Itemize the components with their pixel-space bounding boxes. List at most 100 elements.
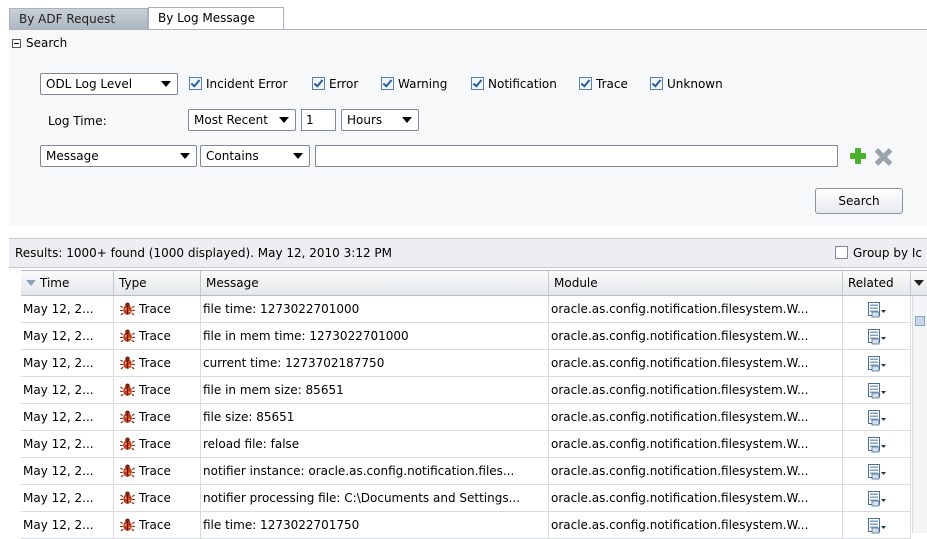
log-time-label: Log Time: (48, 114, 107, 128)
cell-type: Trace (114, 431, 201, 457)
cell-related (843, 431, 911, 457)
chevron-down-icon (279, 117, 289, 123)
related-menu-icon[interactable] (867, 301, 887, 319)
checkbox-checked-icon (579, 77, 592, 90)
column-header-module[interactable]: Module (549, 271, 843, 295)
cell-type: Trace (114, 377, 201, 403)
level-trace-checkbox[interactable]: Trace (579, 75, 628, 93)
chevron-down-icon (914, 280, 924, 286)
cell-module: oracle.as.config.notification.filesystem… (549, 431, 843, 457)
related-menu-icon[interactable] (867, 436, 887, 454)
cell-type: Trace (114, 485, 201, 511)
log-level-value: ODL Log Level (46, 77, 133, 91)
table-row[interactable]: May 12, 2... Trace notifier processing f… (21, 485, 911, 512)
type-label: Trace (139, 491, 171, 505)
log-time-value-input[interactable]: 1 (301, 109, 336, 131)
table-row[interactable]: May 12, 2... Trace file in mem size: 856… (21, 377, 911, 404)
level-label: Trace (596, 77, 628, 91)
cell-module: oracle.as.config.notification.filesystem… (549, 458, 843, 484)
cell-related (843, 404, 911, 430)
log-time-mode-select[interactable]: Most Recent (188, 109, 296, 131)
level-notification-checkbox[interactable]: Notification (471, 75, 557, 93)
cell-message: file size: 85651 (201, 404, 549, 430)
level-unknown-checkbox[interactable]: Unknown (650, 75, 723, 93)
field-value: Message (46, 149, 99, 163)
table-row[interactable]: May 12, 2... Trace notifier instance: or… (21, 458, 911, 485)
type-label: Trace (139, 383, 171, 397)
related-menu-icon[interactable] (867, 328, 887, 346)
column-header-time[interactable]: Time (21, 271, 114, 295)
table-row[interactable]: May 12, 2... Trace file time: 1273022701… (21, 296, 911, 323)
collapse-toggle[interactable] (12, 39, 21, 48)
bug-icon (120, 464, 135, 478)
checkbox-checked-icon (312, 77, 325, 90)
bug-icon (120, 383, 135, 397)
remove-icon[interactable] (874, 148, 892, 166)
operator-select[interactable]: Contains (200, 145, 310, 167)
type-label: Trace (139, 410, 171, 424)
group-by-checkbox[interactable]: Group by Ic (835, 246, 922, 260)
level-incident-error-checkbox[interactable]: Incident Error (189, 75, 287, 93)
cell-message: notifier processing file: C:\Documents a… (201, 485, 549, 511)
cell-time: May 12, 2... (21, 431, 114, 457)
column-menu-button[interactable] (911, 271, 927, 295)
field-select[interactable]: Message (40, 145, 197, 167)
related-menu-icon[interactable] (867, 355, 887, 373)
log-level-select[interactable]: ODL Log Level (40, 73, 178, 95)
add-icon[interactable] (850, 148, 866, 164)
related-menu-icon[interactable] (867, 409, 887, 427)
log-time-unit-value: Hours (347, 113, 383, 127)
cell-related (843, 350, 911, 376)
cell-type: Trace (114, 296, 201, 322)
related-menu-icon[interactable] (867, 382, 887, 400)
cell-time: May 12, 2... (21, 350, 114, 376)
type-label: Trace (139, 437, 171, 451)
search-section-title: Search (26, 36, 68, 50)
cell-message: file in mem size: 85651 (201, 377, 549, 403)
level-warning-checkbox[interactable]: Warning (381, 75, 447, 93)
cell-module: oracle.as.config.notification.filesystem… (549, 404, 843, 430)
table-row[interactable]: May 12, 2... Trace file in mem time: 127… (21, 323, 911, 350)
column-header-type[interactable]: Type (114, 271, 201, 295)
operator-value: Contains (206, 149, 259, 163)
scrollbar-thumb[interactable] (915, 316, 925, 326)
type-label: Trace (139, 329, 171, 343)
level-label: Warning (398, 77, 448, 91)
cell-type: Trace (114, 404, 201, 430)
cell-time: May 12, 2... (21, 485, 114, 511)
table-row[interactable]: May 12, 2... Trace file size: 85651 orac… (21, 404, 911, 431)
cell-module: oracle.as.config.notification.filesystem… (549, 323, 843, 349)
cell-time: May 12, 2... (21, 404, 114, 430)
table-row[interactable]: May 12, 2... Trace reload file: false or… (21, 431, 911, 458)
type-label: Trace (139, 302, 171, 316)
search-button[interactable]: Search (815, 188, 903, 214)
level-error-checkbox[interactable]: Error (312, 75, 358, 93)
cell-related (843, 485, 911, 511)
cell-message: file time: 1273022701750 (201, 512, 549, 538)
column-header-message[interactable]: Message (201, 271, 549, 295)
type-label: Trace (139, 464, 171, 478)
tab-by-log-message[interactable]: By Log Message (148, 7, 284, 30)
tab-by-adf-request[interactable]: By ADF Request (9, 8, 148, 29)
type-label: Trace (139, 356, 171, 370)
query-input[interactable] (315, 145, 838, 167)
cell-message: file in mem time: 1273022701000 (201, 323, 549, 349)
vertical-scrollbar[interactable] (912, 296, 927, 533)
tab-strip: By ADF Request By Log Message (9, 0, 927, 30)
related-menu-icon[interactable] (867, 490, 887, 508)
log-time-mode-value: Most Recent (194, 113, 268, 127)
table-row[interactable]: May 12, 2... Trace current time: 1273702… (21, 350, 911, 377)
cell-related (843, 458, 911, 484)
table-row[interactable]: May 12, 2... Trace file time: 1273022701… (21, 512, 911, 539)
sort-descending-icon (26, 280, 36, 286)
search-panel: Search ODL Log Level Incident Error Erro… (9, 30, 927, 225)
level-label: Unknown (667, 77, 723, 91)
results-bar: Results: 1000+ found (1000 displayed). M… (9, 238, 927, 268)
related-menu-icon[interactable] (867, 517, 887, 535)
log-time-unit-select[interactable]: Hours (341, 109, 419, 131)
cell-time: May 12, 2... (21, 377, 114, 403)
column-header-related[interactable]: Related (843, 271, 911, 295)
related-menu-icon[interactable] (867, 463, 887, 481)
cell-related (843, 377, 911, 403)
checkbox-checked-icon (189, 77, 202, 90)
